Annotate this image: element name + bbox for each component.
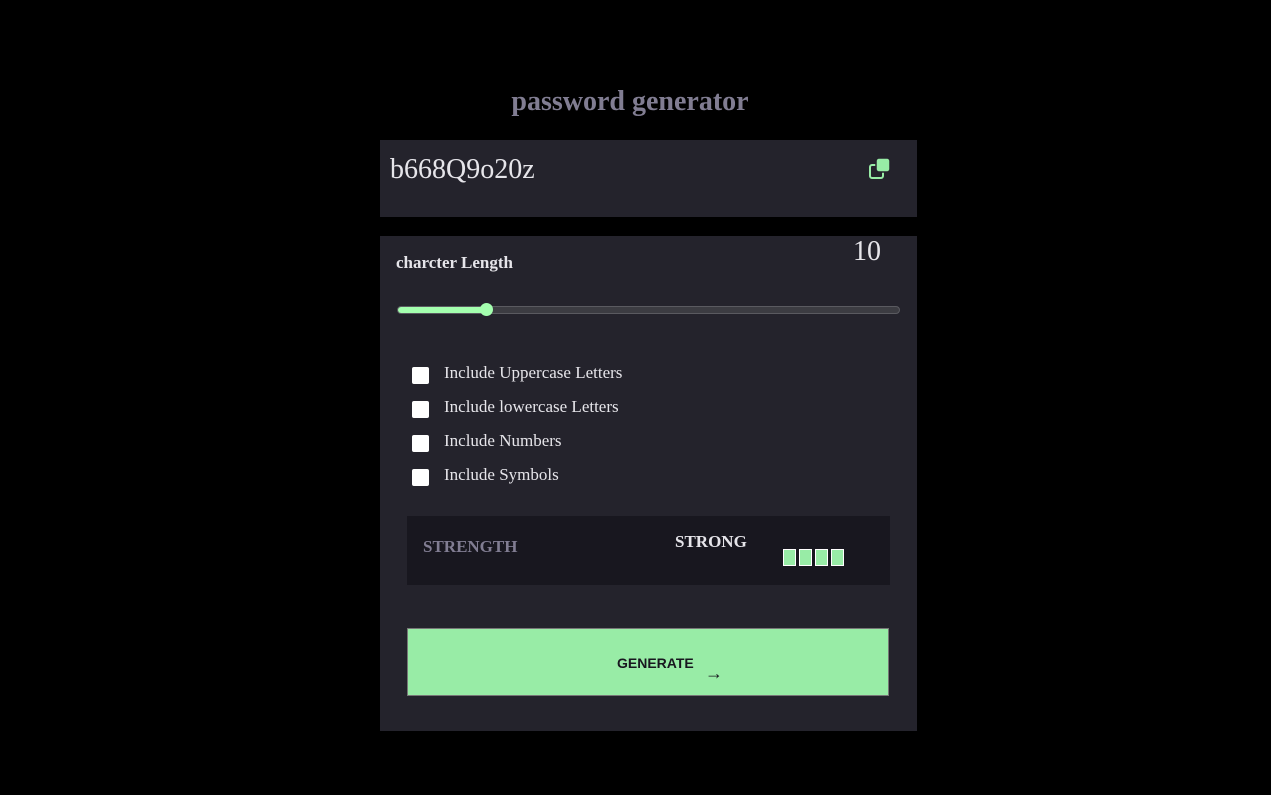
option-numbers[interactable]: Include Numbers [412,424,622,458]
length-value: 10 [853,236,881,267]
checkbox[interactable] [412,468,429,486]
strength-value: STRONG [675,532,747,551]
generate-button[interactable]: GENERATE → [407,628,889,696]
option-symbols[interactable]: Include Symbols [412,458,622,492]
option-label: Include Numbers [444,431,562,450]
slider-fill [398,307,486,313]
strength-bars [783,549,844,566]
strength-label: STRENGTH [423,537,518,556]
arrow-right-icon: → [705,663,723,683]
page-title: password generator [511,86,749,117]
strength-bar [799,549,812,566]
option-label: Include lowercase Letters [444,397,619,416]
generate-label: GENERATE [617,655,694,671]
strength-bar [815,549,828,566]
copy-button[interactable] [868,157,892,181]
option-lowercase[interactable]: Include lowercase Letters [412,390,622,424]
checkbox[interactable] [412,434,429,452]
length-label: charcter Length [396,253,513,272]
strength-meter: STRENGTH STRONG [407,516,890,585]
slider-thumb[interactable] [479,303,493,316]
settings-panel: charcter Length 10 Include Uppercase Let… [380,236,917,731]
length-slider[interactable] [397,303,900,316]
option-label: Include Uppercase Letters [444,363,623,382]
password-display: b668Q9o20z [380,140,917,217]
strength-bar [831,549,844,566]
checkbox[interactable] [412,400,429,418]
option-uppercase[interactable]: Include Uppercase Letters [412,356,622,390]
checkbox[interactable] [412,366,429,384]
options-list: Include Uppercase Letters Include lowerc… [412,356,622,492]
copy-icon [869,157,891,179]
strength-bar [783,549,796,566]
password-output: b668Q9o20z [390,154,535,185]
option-label: Include Symbols [444,465,559,484]
